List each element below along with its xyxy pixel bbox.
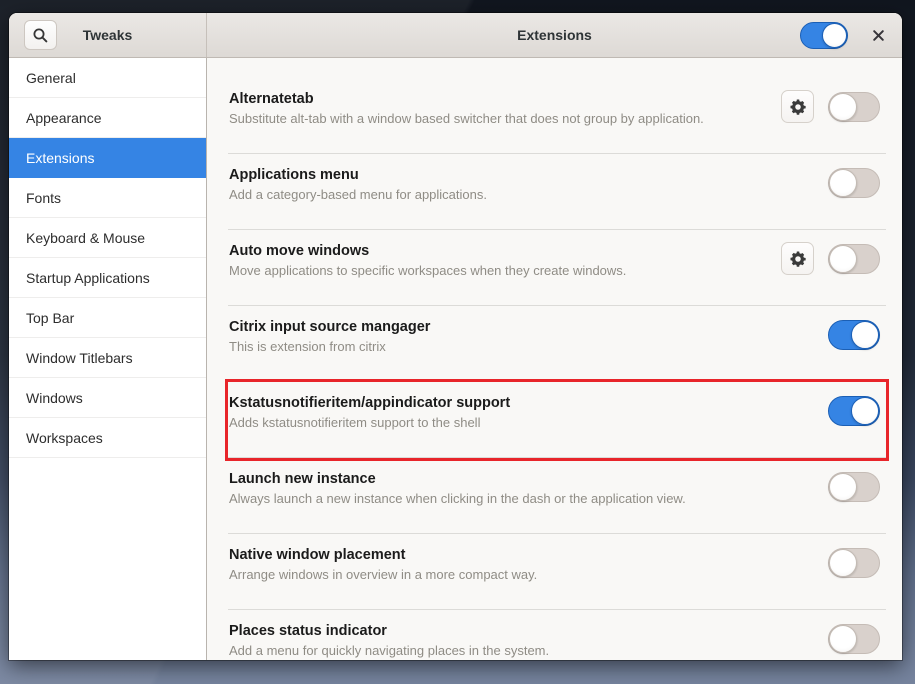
- extension-toggle[interactable]: [828, 92, 880, 122]
- window-body: General Appearance Extensions Fonts Keyb…: [9, 58, 902, 660]
- gear-icon: [789, 250, 807, 268]
- extension-row-alternatetab: Alternatetab Substitute alt-tab with a w…: [228, 78, 886, 154]
- extension-title: Native window placement: [229, 545, 537, 565]
- toggle-knob: [829, 549, 857, 577]
- toggle-knob: [829, 625, 857, 653]
- extension-title: Places status indicator: [229, 621, 549, 641]
- sidebar-item-label: Startup Applications: [26, 270, 150, 286]
- extension-description: Move applications to specific workspaces…: [229, 261, 626, 280]
- close-button[interactable]: [864, 21, 892, 49]
- extension-title: Citrix input source mangager: [229, 317, 430, 337]
- toggle-knob: [829, 169, 857, 197]
- headerbar-left: Tweaks: [9, 13, 207, 57]
- extension-toggle[interactable]: [828, 472, 880, 502]
- toggle-knob: [829, 473, 857, 501]
- search-icon: [32, 27, 49, 44]
- sidebar-item-workspaces[interactable]: Workspaces: [9, 418, 206, 458]
- sidebar-item-label: Windows: [26, 390, 83, 406]
- sidebar-item-label: Workspaces: [26, 430, 103, 446]
- sidebar-item-keyboard-mouse[interactable]: Keyboard & Mouse: [9, 218, 206, 258]
- extension-controls: [781, 241, 880, 305]
- toggle-knob: [851, 321, 879, 349]
- extension-controls: [828, 545, 880, 609]
- extension-settings-button[interactable]: [781, 90, 814, 123]
- sidebar-item-label: Keyboard & Mouse: [26, 230, 145, 246]
- extension-text: Native window placement Arrange windows …: [229, 545, 537, 609]
- extension-toggle[interactable]: [828, 168, 880, 198]
- extension-row-applications-menu: Applications menu Add a category-based m…: [228, 154, 886, 230]
- extension-row-places-status-indicator: Places status indicator Add a menu for q…: [228, 610, 886, 660]
- close-icon: [872, 29, 885, 42]
- extension-controls: [828, 469, 880, 533]
- extension-controls: [828, 317, 880, 381]
- toggle-knob: [822, 23, 847, 48]
- toggle-knob: [851, 397, 879, 425]
- sidebar-item-label: Fonts: [26, 190, 61, 206]
- sidebar-item-label: Appearance: [26, 110, 102, 126]
- toggle-knob: [829, 93, 857, 121]
- sidebar-item-windows[interactable]: Windows: [9, 378, 206, 418]
- extension-description: This is extension from citrix: [229, 337, 430, 356]
- extension-row-kstatusnotifieritem-appindicator-support: Kstatusnotifieritem/appindicator support…: [228, 382, 886, 458]
- sidebar-item-label: Top Bar: [26, 310, 74, 326]
- tweaks-window: Tweaks Extensions General Appearance Ext…: [9, 13, 902, 660]
- extension-toggle[interactable]: [828, 320, 880, 350]
- extension-text: Places status indicator Add a menu for q…: [229, 621, 549, 660]
- extension-text: Applications menu Add a category-based m…: [229, 165, 487, 229]
- toggle-knob: [829, 245, 857, 273]
- extension-row-native-window-placement: Native window placement Arrange windows …: [228, 534, 886, 610]
- extension-toggle[interactable]: [828, 548, 880, 578]
- sidebar-item-appearance[interactable]: Appearance: [9, 98, 206, 138]
- extension-controls: [828, 165, 880, 229]
- sidebar-item-label: Extensions: [26, 150, 94, 166]
- extension-text: Kstatusnotifieritem/appindicator support…: [229, 393, 510, 457]
- sidebar-item-window-titlebars[interactable]: Window Titlebars: [9, 338, 206, 378]
- extension-title: Applications menu: [229, 165, 487, 185]
- sidebar-item-top-bar[interactable]: Top Bar: [9, 298, 206, 338]
- extension-controls: [828, 393, 880, 457]
- sidebar-item-extensions[interactable]: Extensions: [9, 138, 206, 178]
- extension-toggle[interactable]: [828, 244, 880, 274]
- headerbar-right: Extensions: [207, 13, 902, 57]
- extension-title: Launch new instance: [229, 469, 686, 489]
- extension-toggle[interactable]: [828, 624, 880, 654]
- extension-list: Alternatetab Substitute alt-tab with a w…: [207, 58, 902, 660]
- extension-title: Kstatusnotifieritem/appindicator support: [229, 393, 510, 413]
- headerbar: Tweaks Extensions: [9, 13, 902, 58]
- extension-description: Add a category-based menu for applicatio…: [229, 185, 487, 204]
- extension-text: Auto move windows Move applications to s…: [229, 241, 626, 305]
- extension-settings-button[interactable]: [781, 242, 814, 275]
- extension-description: Adds kstatusnotifieritem support to the …: [229, 413, 510, 432]
- extension-row-launch-new-instance: Launch new instance Always launch a new …: [228, 458, 886, 534]
- extension-description: Substitute alt-tab with a window based s…: [229, 109, 704, 128]
- app-title: Tweaks: [83, 27, 133, 43]
- sidebar-item-label: Window Titlebars: [26, 350, 133, 366]
- search-button[interactable]: [24, 20, 57, 50]
- extension-title: Alternatetab: [229, 89, 704, 109]
- sidebar-list: General Appearance Extensions Fonts Keyb…: [9, 58, 207, 660]
- sidebar-item-startup-applications[interactable]: Startup Applications: [9, 258, 206, 298]
- extension-toggle[interactable]: [828, 396, 880, 426]
- page-title: Extensions: [517, 27, 592, 43]
- extensions-master-toggle[interactable]: [800, 22, 848, 49]
- extension-text: Launch new instance Always launch a new …: [229, 469, 686, 533]
- sidebar-item-general[interactable]: General: [9, 58, 206, 98]
- extension-description: Add a menu for quickly navigating places…: [229, 641, 549, 660]
- extension-description: Arrange windows in overview in a more co…: [229, 565, 537, 584]
- sidebar-item-label: General: [26, 70, 76, 86]
- extension-row-citrix-input-source-mangager: Citrix input source mangager This is ext…: [228, 306, 886, 382]
- extension-controls: [828, 621, 880, 660]
- extension-title: Auto move windows: [229, 241, 626, 261]
- extension-row-auto-move-windows: Auto move windows Move applications to s…: [228, 230, 886, 306]
- sidebar-item-fonts[interactable]: Fonts: [9, 178, 206, 218]
- extension-description: Always launch a new instance when clicki…: [229, 489, 686, 508]
- extension-controls: [781, 89, 880, 153]
- extension-text: Alternatetab Substitute alt-tab with a w…: [229, 89, 704, 153]
- gear-icon: [789, 98, 807, 116]
- extension-text: Citrix input source mangager This is ext…: [229, 317, 430, 381]
